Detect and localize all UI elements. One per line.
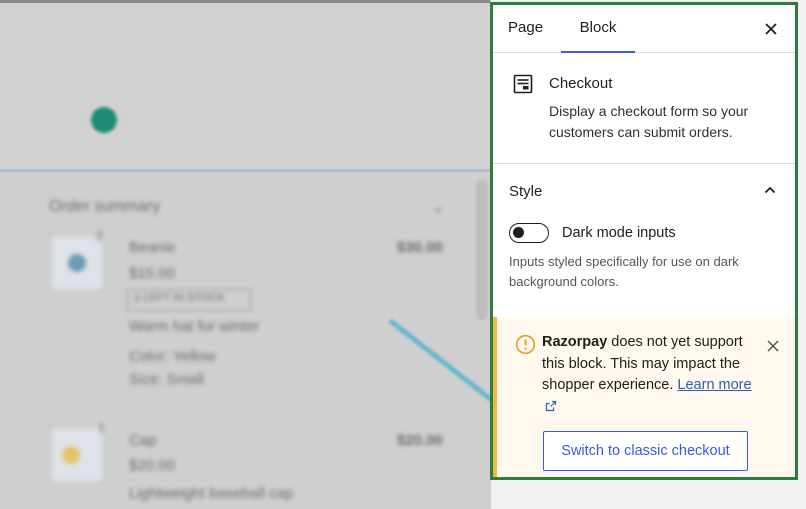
notice-close-icon — [767, 340, 779, 352]
tab-block[interactable]: Block — [561, 5, 635, 53]
style-section-toggle[interactable]: Style — [493, 165, 795, 215]
learn-more-text: Learn more — [677, 377, 752, 393]
block-description: Display a checkout form so your customer… — [549, 103, 749, 140]
chevron-down-icon: ⌄ — [432, 199, 445, 216]
editor-canvas: Order summary ⌄ 2 Beanie $30.00 $15.00 2… — [0, 0, 490, 509]
item-name: Cap — [129, 432, 157, 449]
notice-plugin-name: Razorpay — [542, 334, 608, 350]
checkout-block-icon — [513, 74, 533, 94]
pointer-line — [388, 318, 490, 403]
toggle-knob — [513, 227, 524, 238]
dark-mode-help: Inputs styled specifically for use on da… — [509, 254, 739, 289]
item-price: $20.00 — [129, 457, 175, 474]
canvas-scrollbar[interactable] — [476, 180, 488, 320]
item-total: $30.00 — [397, 239, 443, 256]
close-icon — [765, 23, 777, 35]
learn-more-link[interactable]: Learn more — [677, 377, 751, 393]
progress-dot — [91, 107, 117, 133]
item-price: $15.00 — [129, 265, 175, 282]
stock-badge: 2 LEFT IN STOCK — [134, 292, 225, 304]
item-qty: 1 — [98, 421, 105, 435]
tab-page[interactable]: Page — [508, 5, 543, 53]
canvas-header-area — [0, 0, 490, 172]
external-link-icon — [545, 400, 557, 411]
item-total: $20.00 — [397, 432, 443, 449]
warning-icon — [515, 334, 536, 355]
item-description: Lightweight baseball cap — [129, 485, 294, 502]
sidebar-tabs: Page Block — [493, 5, 795, 53]
order-summary-heading: Order summary — [49, 198, 161, 215]
incompatibility-notice: Razorpay does not yet support this block… — [493, 317, 795, 477]
close-sidebar-button[interactable] — [759, 17, 783, 41]
block-title: Checkout — [549, 75, 613, 92]
product-image-dot — [62, 446, 80, 464]
notice-message: Razorpay does not yet support this block… — [542, 332, 762, 418]
block-card: Checkout Display a checkout form so your… — [493, 54, 795, 164]
product-image-dot — [68, 254, 86, 272]
dark-mode-toggle[interactable] — [509, 223, 549, 243]
switch-to-classic-checkout-button[interactable]: Switch to classic checkout — [543, 431, 748, 471]
item-qty: 2 — [96, 229, 103, 243]
chevron-up-icon — [764, 186, 776, 194]
dark-mode-label: Dark mode inputs — [562, 225, 676, 241]
item-color: Color: Yellow — [129, 348, 216, 365]
style-section-label: Style — [509, 183, 543, 200]
item-size: Size: Small — [129, 371, 205, 388]
block-settings-panel: Page Block Checkout Display a checkout f… — [490, 2, 798, 480]
item-description: Warm hat for winter — [129, 318, 260, 335]
canvas-top-bar — [0, 0, 490, 3]
dismiss-notice-button[interactable] — [765, 338, 781, 354]
item-name: Beanie — [129, 239, 176, 256]
